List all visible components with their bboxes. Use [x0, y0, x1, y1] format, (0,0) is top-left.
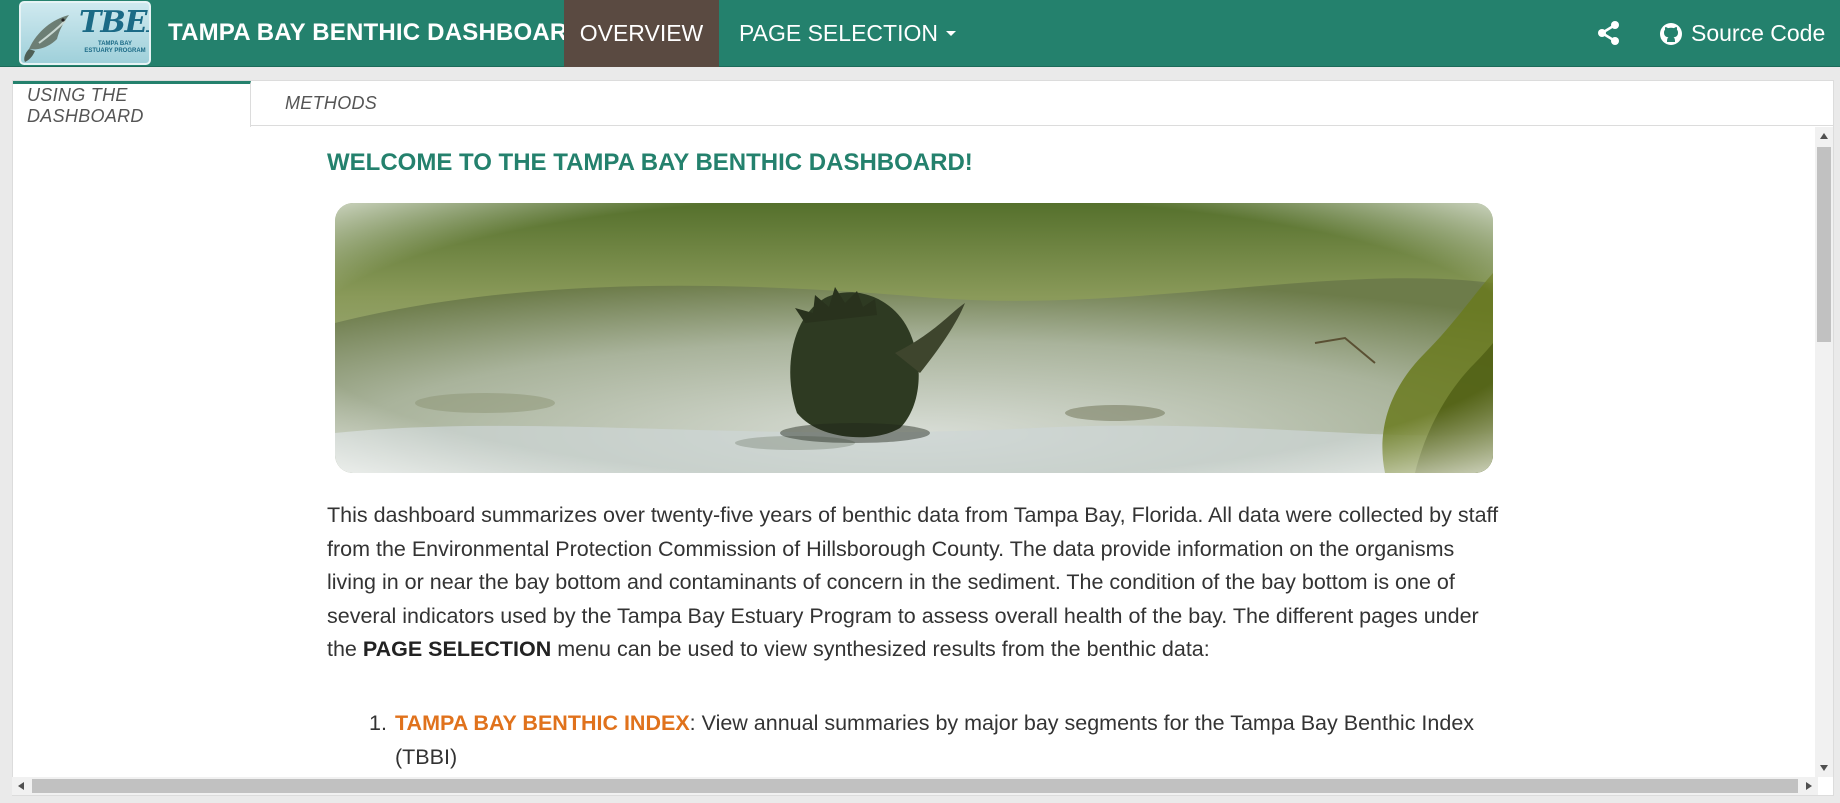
vertical-scrollbar[interactable]	[1815, 127, 1833, 777]
caret-down-icon	[945, 31, 956, 36]
share-icon[interactable]	[1596, 20, 1622, 46]
navbar: TBEP TAMPA BAY ESTUARY PROGRAM TAMPA BAY…	[0, 0, 1840, 67]
hero-image	[335, 203, 1493, 473]
nav-page-selection-label: PAGE SELECTION	[739, 20, 938, 46]
page-selection-bold: PAGE SELECTION	[362, 637, 552, 661]
nav-overview-label: OVERVIEW	[579, 20, 704, 46]
nav-overview[interactable]: OVERVIEW	[564, 0, 719, 67]
vertical-scroll-thumb[interactable]	[1817, 147, 1831, 342]
scroll-up-arrow-icon[interactable]	[1820, 133, 1828, 139]
tab-methods[interactable]: METHODS	[271, 81, 391, 126]
source-code-link[interactable]: Source Code	[1659, 0, 1825, 67]
tbbi-link[interactable]: TAMPA BAY BENTHIC INDEX	[395, 711, 690, 735]
tab-panel: USING THE DASHBOARD METHODS WELCOME TO T…	[12, 80, 1834, 796]
scroll-left-arrow-icon[interactable]	[18, 782, 24, 790]
fish-logo-icon	[24, 15, 69, 62]
horizontal-scrollbar[interactable]	[12, 777, 1818, 795]
intro-text-2: menu can be used to view synthesized res…	[551, 637, 1210, 661]
tab-content: WELCOME TO THE TAMPA BAY BENTHIC DASHBOA…	[13, 127, 1815, 777]
dashboard-title[interactable]: TAMPA BAY BENTHIC DASHBOARD	[168, 19, 585, 47]
list-number: 1.	[369, 711, 387, 735]
scroll-down-arrow-icon[interactable]	[1820, 765, 1828, 771]
intro-paragraph: This dashboard summarizes over twenty-fi…	[327, 499, 1507, 667]
github-icon	[1660, 22, 1682, 45]
tab-bar: USING THE DASHBOARD METHODS	[13, 81, 1833, 127]
benthic-horseshoe-crab-image	[335, 203, 1493, 473]
horizontal-scroll-thumb[interactable]	[32, 779, 1798, 793]
tab-using-the-dashboard[interactable]: USING THE DASHBOARD	[13, 81, 251, 127]
logo-text: TBEP	[79, 5, 149, 40]
nav-page-selection[interactable]: PAGE SELECTION	[739, 0, 956, 67]
tbep-logo[interactable]: TBEP TAMPA BAY ESTUARY PROGRAM	[19, 1, 151, 65]
page-title: WELCOME TO THE TAMPA BAY BENTHIC DASHBOA…	[327, 149, 973, 176]
scroll-right-arrow-icon[interactable]	[1806, 782, 1812, 790]
logo-subtext: TAMPA BAY ESTUARY PROGRAM	[84, 41, 146, 54]
source-code-label: Source Code	[1691, 20, 1826, 46]
list-item-text: TAMPA BAY BENTHIC INDEX: View annual sum…	[395, 707, 1495, 774]
